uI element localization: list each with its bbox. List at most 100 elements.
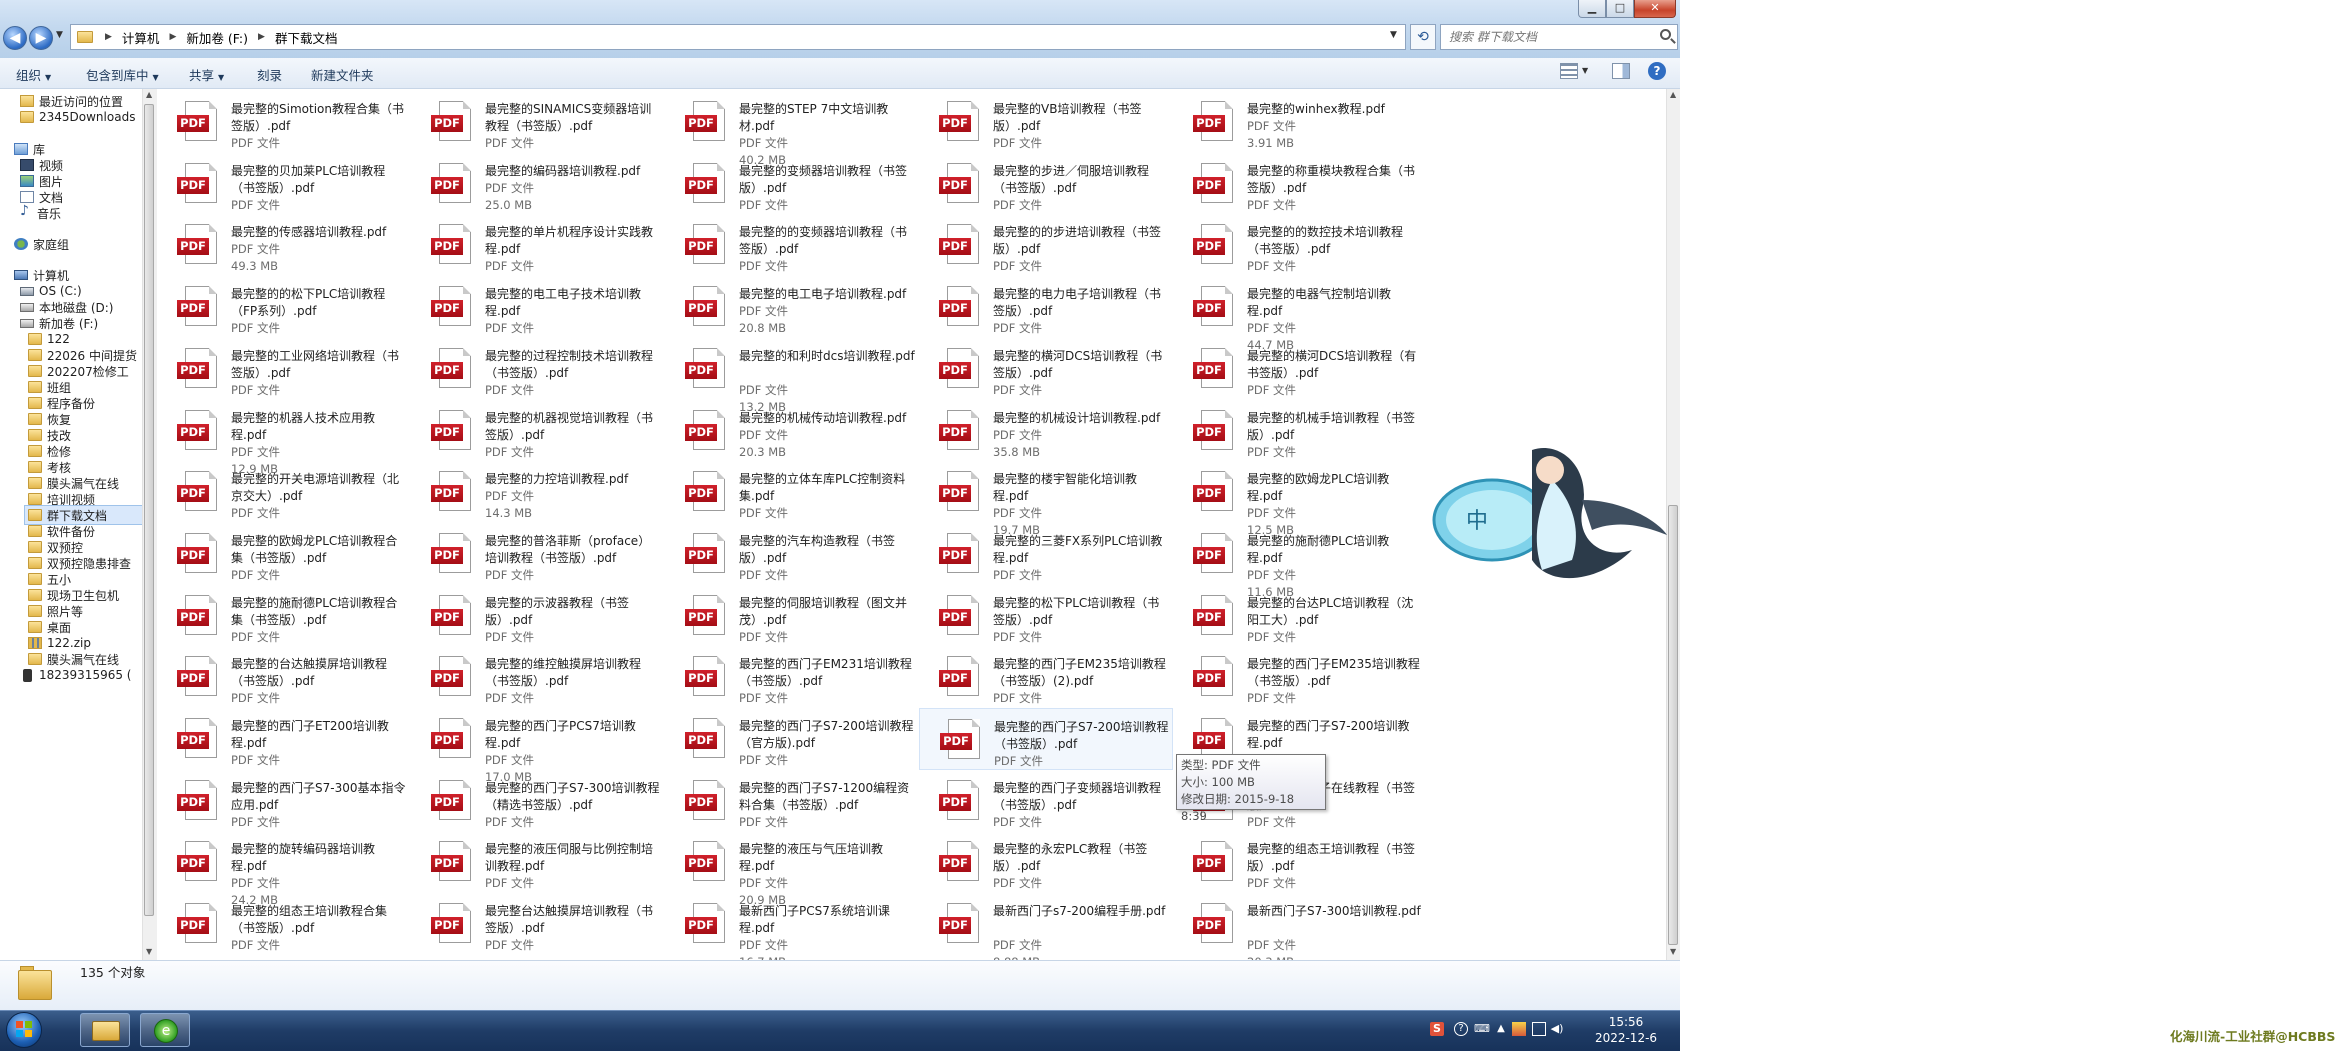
organize-menu[interactable]: 组织 ▼ [16, 65, 51, 84]
taskbar-explorer-button[interactable] [80, 1013, 130, 1047]
file-item[interactable]: PDF 最完整的维控触摸屏培训教程（书签版）.pdf PDF 文件 [411, 646, 665, 708]
file-item[interactable]: PDF 最完整的永宏PLC教程（书签版）.pdf PDF 文件 [919, 831, 1173, 893]
minimize-button[interactable]: ▁ [1578, 0, 1606, 18]
file-item[interactable]: PDF 最完整的力控培训教程.pdf PDF 文件 14.3 MB [411, 461, 665, 523]
chevron-right-icon[interactable]: ▶ [163, 32, 182, 42]
back-button[interactable]: ◀ [3, 26, 27, 50]
caret-down-icon[interactable]: ▼ [1582, 66, 1588, 75]
file-item[interactable]: PDF 最完整的称重模块教程合集（书签版）.pdf PDF 文件 [1173, 153, 1427, 215]
file-item[interactable]: PDF最新西门子s7-200编程手册.pdfPDF 文件8.88 MB [919, 893, 1173, 960]
file-item[interactable]: PDF 最完整的施耐德PLC培训教程合集（书签版）.pdf PDF 文件 [157, 585, 411, 647]
file-item[interactable]: PDF 最完整的电工电子技术培训教程.pdf PDF 文件 [411, 276, 665, 338]
file-item[interactable]: PDF 最完整的SINAMICS变频器培训教程（书签版）.pdf PDF 文件 [411, 91, 665, 153]
file-item[interactable]: PDF 最完整的示波器教程（书签版）.pdf PDF 文件 [411, 585, 665, 647]
search-icon[interactable] [1660, 29, 1671, 40]
close-button[interactable]: ✕ [1634, 0, 1676, 18]
breadcrumb-computer[interactable]: 计算机 [118, 28, 164, 47]
file-item[interactable]: PDF 最完整的编码器培训教程.pdf PDF 文件 25.0 MB [411, 153, 665, 215]
file-item[interactable]: PDF 最完整的欧姆龙PLC培训教程.pdf PDF 文件 12.5 MB [1173, 461, 1427, 537]
file-item[interactable]: PDF 最完整的的松下PLC培训教程（FP系列）.pdf PDF 文件 [157, 276, 411, 338]
file-item[interactable]: PDF 最完整的Simotion教程合集（书签版）.pdf PDF 文件 [157, 91, 411, 153]
file-item[interactable]: PDF 最完整的西门子变频器培训教程（书签版）.pdf PDF 文件 [919, 770, 1173, 832]
file-item[interactable]: PDF 最完整的机器视觉培训教程（书签版）.pdf PDF 文件 [411, 400, 665, 462]
file-item[interactable]: PDF 最完整的传感器培训教程.pdf PDF 文件 49.3 MB [157, 214, 411, 276]
file-item[interactable]: PDF 最完整的台达PLC培训教程（沈阳工大）.pdf PDF 文件 [1173, 585, 1427, 647]
scroll-down-arrow[interactable]: ▼ [1670, 947, 1676, 956]
address-bar[interactable]: ▶ 计算机 ▶ 新加卷 (F:) ▶ 群下载文档 [70, 24, 1406, 50]
sidebar-item[interactable]: 18239315965 ( [20, 665, 131, 685]
file-item[interactable]: PDF 最完整的工业网络培训教程（书签版）.pdf PDF 文件 [157, 338, 411, 400]
file-item[interactable]: PDF 最完整的横河DCS培训教程（书签版）.pdf PDF 文件 [919, 338, 1173, 400]
file-item[interactable]: PDF 最完整的西门子PCS7培训教程.pdf PDF 文件 17.0 MB [411, 708, 665, 784]
file-item[interactable]: PDF 最完整的贝加莱PLC培训教程（书签版）.pdf PDF 文件 [157, 153, 411, 215]
system-clock[interactable]: 15:56 2022-12-6 [1586, 1014, 1666, 1046]
forward-button[interactable]: ▶ [29, 26, 53, 50]
file-item[interactable]: PDF 最完整的机械手培训教程（书签版）.pdf PDF 文件 [1173, 400, 1427, 462]
network-icon[interactable] [1532, 1022, 1546, 1036]
volume-icon[interactable]: ◀) [1550, 1022, 1564, 1036]
file-item[interactable]: PDF 最完整的西门子S7-300培训教程（精选书签版）.pdf PDF 文件 [411, 770, 665, 832]
breadcrumb-current-folder[interactable]: 群下载文档 [271, 28, 342, 47]
show-hidden-icons-icon[interactable]: ▲ [1494, 1022, 1508, 1036]
breadcrumb-drive-f[interactable]: 新加卷 (F:) [182, 28, 252, 47]
sidebar-item[interactable]: 音乐 [20, 203, 61, 223]
file-item[interactable]: PDF 最完整的西门子EM235培训教程（书签版）(2).pdf PDF 文件 [919, 646, 1173, 708]
taskbar-browser-button[interactable]: e [140, 1013, 190, 1047]
file-item[interactable]: PDF 最完整的的数控技术培训教程（书签版）.pdf PDF 文件 [1173, 214, 1427, 276]
file-item[interactable]: PDF 最完整的西门子S7-1200编程资料合集（书签版）.pdf PDF 文件 [665, 770, 919, 832]
include-in-library-menu[interactable]: 包含到库中 ▼ [86, 65, 159, 84]
file-item[interactable]: PDF 最完整的伺服培训教程（图文并茂）.pdf PDF 文件 [665, 585, 919, 647]
file-item[interactable]: PDF 最完整的欧姆龙PLC培训教程合集（书签版）.pdf PDF 文件 [157, 523, 411, 585]
share-menu[interactable]: 共享 ▼ [189, 65, 224, 84]
help-icon[interactable]: ? [1454, 1022, 1468, 1036]
address-history-dropdown[interactable]: ▼ [1390, 30, 1397, 40]
keyboard-icon[interactable]: ⌨ [1474, 1022, 1490, 1036]
chevron-right-icon[interactable]: ▶ [99, 32, 118, 42]
help-icon[interactable]: ? [1648, 62, 1666, 80]
file-item[interactable]: PDF 最完整的西门子S7-300基本指令应用.pdf PDF 文件 [157, 770, 411, 832]
sidebar-item[interactable]: 家庭组 [14, 234, 69, 254]
file-item[interactable]: PDF 最完整的普洛菲斯（proface）培训教程（书签版）.pdf PDF 文件 [411, 523, 665, 585]
scroll-up-arrow[interactable]: ▲ [146, 90, 152, 99]
search-input[interactable] [1441, 25, 1649, 49]
recent-pages-dropdown[interactable]: ▼ [56, 30, 63, 40]
file-item[interactable]: PDF 最完整的winhex教程.pdf PDF 文件 3.91 MB [1173, 91, 1427, 153]
file-item[interactable]: PDF 最完整的松下PLC培训教程（书签版）.pdf PDF 文件 [919, 585, 1173, 647]
scroll-down-arrow[interactable]: ▼ [146, 947, 152, 956]
file-item[interactable]: PDF 最完整的开关电源培训教程（北京交大）.pdf PDF 文件 [157, 461, 411, 523]
file-item[interactable]: PDF 最完整的西门子S7-200培训教程（书签版）.pdf PDF 文件 [919, 708, 1173, 770]
search-box[interactable] [1440, 24, 1678, 50]
file-item[interactable]: PDF 最完整的机械设计培训教程.pdf PDF 文件 35.8 MB [919, 400, 1173, 462]
windows-logo-icon[interactable] [16, 1021, 32, 1037]
file-item[interactable]: PDF 最完整的的步进培训教程（书签版）.pdf PDF 文件 [919, 214, 1173, 276]
burn-button[interactable]: 刻录 [257, 65, 282, 84]
file-item[interactable]: PDF 最完整的机械传动培训教程.pdf PDF 文件 20.3 MB [665, 400, 919, 462]
file-item[interactable]: PDF 最完整的和利时dcs培训教程.pdf PDF 文件 13.2 MB [665, 338, 919, 414]
file-item[interactable]: PDF 最完整的西门子EM235培训教程（书签版）.pdf PDF 文件 [1173, 646, 1427, 708]
file-item[interactable]: PDF 最完整的过程控制技术培训教程（书签版）.pdf PDF 文件 [411, 338, 665, 400]
file-item[interactable]: PDF 最完整的西门子ET200培训教程.pdf PDF 文件 [157, 708, 411, 770]
refresh-button[interactable]: ⟲ [1410, 24, 1436, 50]
file-item[interactable]: PDF 最完整的变频器培训教程（书签版）.pdf PDF 文件 [665, 153, 919, 215]
file-item[interactable]: PDF 最完整的西门子S7-200培训教程（官方版).pdf PDF 文件 [665, 708, 919, 770]
file-item[interactable]: PDF 最完整的横河DCS培训教程（有书签版）.pdf PDF 文件 [1173, 338, 1427, 400]
file-item[interactable]: PDF 最完整的楼宇智能化培训教程.pdf PDF 文件 19.7 MB [919, 461, 1173, 537]
file-item[interactable]: PDF 最完整的机器人技术应用教程.pdf PDF 文件 12.9 MB [157, 400, 411, 476]
file-item[interactable]: PDF最新西门子PCS7系统培训课程.pdfPDF 文件16.7 MB [665, 893, 919, 960]
file-item[interactable]: PDF 最完整的组态王培训教程合集（书签版）.pdf PDF 文件 [157, 893, 411, 955]
preview-pane-icon[interactable] [1612, 63, 1630, 79]
file-item[interactable]: PDF 最完整的电器气控制培训教程.pdf PDF 文件 44.7 MB [1173, 276, 1427, 352]
file-item[interactable]: PDF最新西门子S7-300培训教程.pdfPDF 文件20.3 MB [1173, 893, 1427, 960]
ime-icon[interactable]: S [1430, 1022, 1444, 1036]
change-view-icon[interactable] [1560, 63, 1578, 79]
file-item[interactable]: PDF 最完整的汽车构造教程（书签版）.pdf PDF 文件 [665, 523, 919, 585]
nav-scrollbar-thumb[interactable] [144, 104, 154, 916]
scroll-up-arrow[interactable]: ▲ [1670, 90, 1676, 99]
file-item[interactable]: PDF 最完整的电工电子培训教程.pdf PDF 文件 20.8 MB [665, 276, 919, 338]
file-item[interactable]: PDF 最完整的VB培训教程（书签版）.pdf PDF 文件 [919, 91, 1173, 153]
sidebar-item[interactable]: 2345Downloads [20, 107, 135, 127]
file-item[interactable]: PDF 最完整的组态王培训教程（书签版）.pdf PDF 文件 [1173, 831, 1427, 893]
file-item[interactable]: PDF 最完整的台达触摸屏培训教程（书签版）.pdf PDF 文件 [157, 646, 411, 708]
file-item[interactable]: PDF 最完整的液压伺服与比例控制培训教程.pdf PDF 文件 [411, 831, 665, 893]
file-item[interactable]: PDF 最完整的立体车库PLC控制资料集.pdf PDF 文件 [665, 461, 919, 523]
